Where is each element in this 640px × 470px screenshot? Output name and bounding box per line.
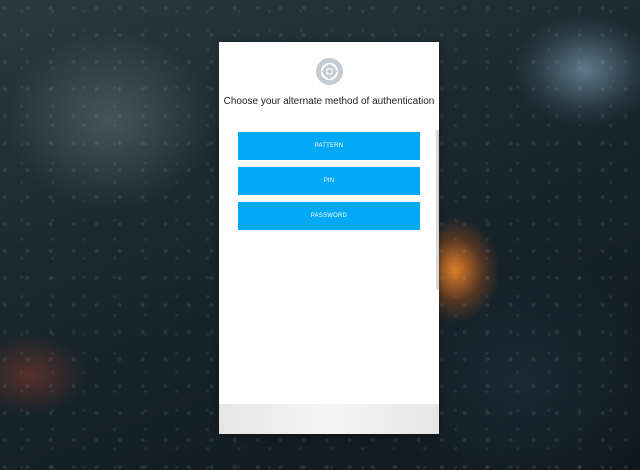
dialog-footer [219,404,439,434]
auth-dialog: Choose your alternate method of authenti… [219,42,439,434]
lifebuoy-icon [316,58,343,85]
pattern-button[interactable]: PATTERN [238,132,420,160]
dialog-title: Choose your alternate method of authenti… [223,96,435,107]
password-button[interactable]: PASSWORD [238,202,420,230]
pin-button[interactable]: PIN [238,167,420,195]
scrollbar[interactable] [436,130,439,290]
